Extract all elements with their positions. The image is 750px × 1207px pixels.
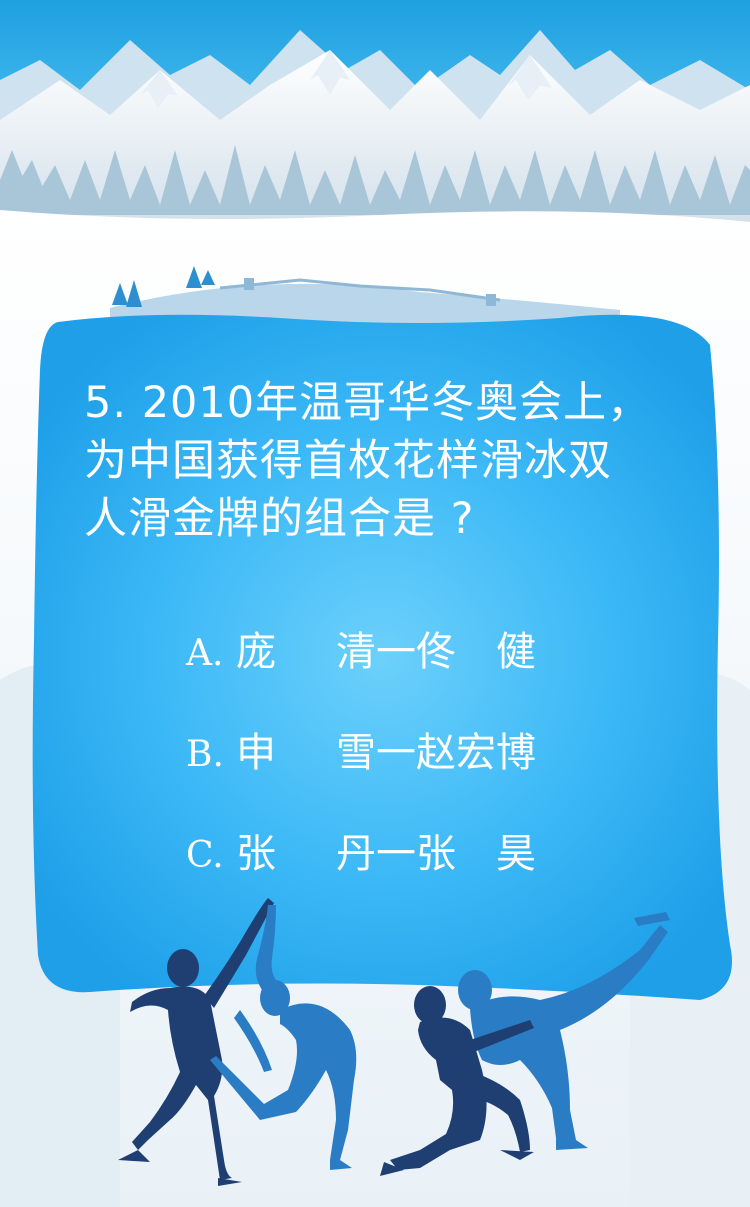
option-a-letter: A. bbox=[186, 633, 224, 674]
option-c-first: 张 bbox=[236, 831, 276, 877]
option-c-letter: C. bbox=[186, 835, 224, 876]
option-a-first: 庞 bbox=[236, 629, 276, 675]
question-card: 5. 2010年温哥华冬奥会上， 为中国获得首枚花样滑冰双 人滑金牌的组合是 ?… bbox=[0, 0, 750, 1207]
option-b-first: 申 bbox=[236, 730, 276, 776]
option-c-rest: 丹一张 昊 bbox=[336, 831, 536, 877]
question-line-2: 为中国获得首枚花样滑冰双 bbox=[84, 436, 612, 486]
question-text: 5. 2010年温哥华冬奥会上， 为中国获得首枚花样滑冰双 人滑金牌的组合是 ? bbox=[84, 374, 704, 548]
option-c[interactable]: C. 张 丹一张 昊 bbox=[186, 829, 536, 881]
question-line-1: 5. 2010年温哥华冬奥会上， bbox=[84, 378, 652, 428]
option-b-letter: B. bbox=[186, 734, 224, 775]
question-line-3: 人滑金牌的组合是 ? bbox=[84, 494, 475, 544]
option-b-rest: 雪一赵宏博 bbox=[336, 730, 536, 776]
option-a[interactable]: A. 庞 清一佟 健 bbox=[186, 627, 536, 679]
option-a-rest: 清一佟 健 bbox=[336, 629, 536, 675]
option-b[interactable]: B. 申 雪一赵宏博 bbox=[186, 728, 536, 780]
